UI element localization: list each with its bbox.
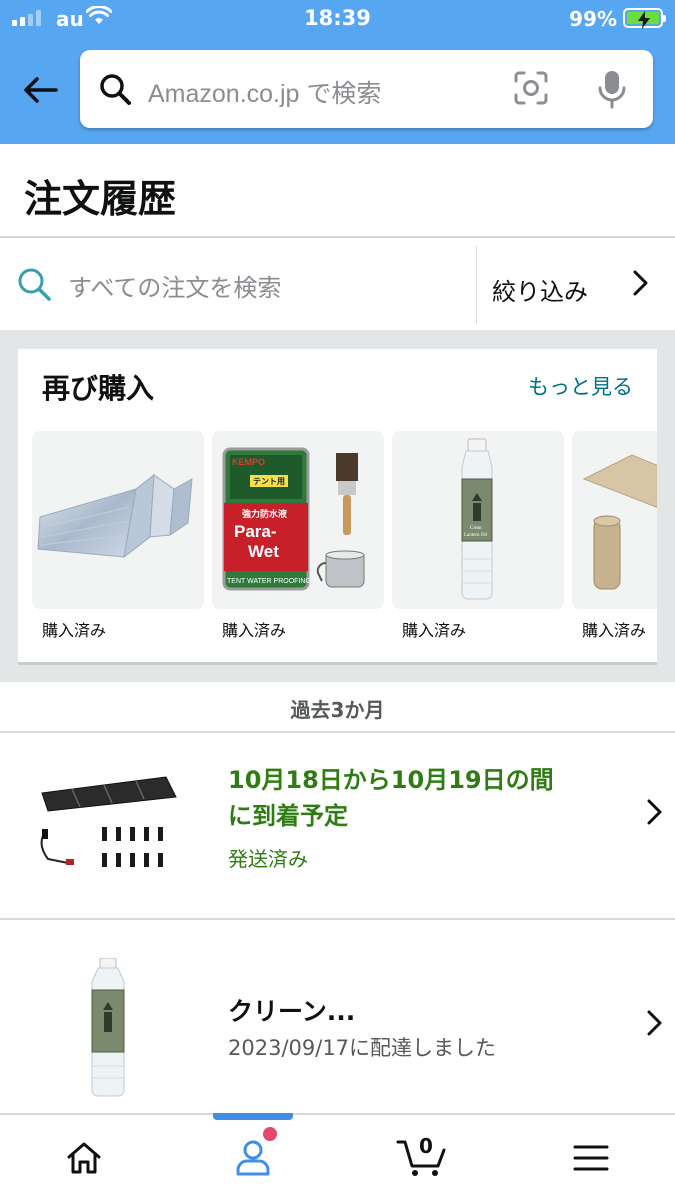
order-status: 2023/09/17に配達しました <box>228 1036 497 1060</box>
order-row[interactable]: 10月18日から10月19日の間 に到着予定 発送済み <box>0 733 675 918</box>
amazon-search-bar[interactable]: Amazon.co.jp で検索 <box>80 50 653 128</box>
order-status: 発送済み <box>228 847 308 871</box>
see-more-link[interactable]: もっと見る <box>528 371 633 401</box>
order-search-input[interactable]: すべての注文を検索 <box>0 238 476 330</box>
tab-menu[interactable] <box>531 1115 651 1200</box>
status-bar: au 18:39 99% <box>0 0 675 40</box>
oil-label-2: Lantern Oil <box>464 533 488 538</box>
order-search-placeholder: すべての注文を検索 <box>68 274 282 302</box>
purchased-label: 購入済み <box>222 621 287 640</box>
paint-sub: 強力防水液 <box>242 508 288 519</box>
menu-icon <box>573 1145 609 1170</box>
tab-home[interactable] <box>24 1115 144 1200</box>
active-tab-indicator <box>213 1113 293 1120</box>
search-icon <box>18 268 51 301</box>
product-image-aluminum-mat <box>32 431 204 609</box>
filter-button[interactable]: 絞り込み <box>477 238 675 330</box>
search-input-placeholder[interactable]: Amazon.co.jp で検索 <box>148 74 381 110</box>
page-title: 注文履歴 <box>24 177 177 221</box>
buy-again-item[interactable]: 購入済み <box>32 431 204 641</box>
back-button[interactable] <box>16 68 64 112</box>
buy-again-card: 再び購入 もっと見る 購入済み KEMPO テント用 強力防水液 Para- W… <box>18 349 657 665</box>
tab-account[interactable] <box>193 1115 313 1200</box>
camera-scan-icon[interactable] <box>513 70 549 106</box>
notification-dot <box>263 1127 277 1141</box>
oil-label-1: Clean <box>470 526 482 531</box>
buy-again-item[interactable]: 購入済み <box>572 431 657 641</box>
bottom-tab-bar <box>0 1113 675 1200</box>
buy-again-item[interactable]: KEMPO テント用 強力防水液 Para- Wet TENT WATER PR… <box>212 431 384 641</box>
product-image-lantern-oil <box>91 958 125 1097</box>
buy-again-item[interactable]: Clean Lantern Oil 購入済み <box>392 431 564 641</box>
product-image-lantern-oil: Clean Lantern Oil <box>392 431 564 609</box>
purchased-label: 購入済み <box>582 621 647 640</box>
filter-label: 絞り込み <box>492 278 588 306</box>
delivery-estimate-line-2: に到着予定 <box>228 802 348 830</box>
paint-bottom: TENT WATER PROOFING <box>227 578 311 585</box>
product-image-camping-mat <box>572 431 657 609</box>
microphone-icon[interactable] <box>597 69 627 109</box>
account-icon <box>236 1140 270 1175</box>
delivery-estimate-line-1: 10月18日から10月19日の間 <box>228 766 554 794</box>
purchased-label: 購入済み <box>402 621 467 640</box>
buy-again-title: 再び購入 <box>42 372 155 405</box>
chevron-right-icon <box>647 1010 662 1036</box>
product-image-waterproofing-kit: KEMPO テント用 強力防水液 Para- Wet TENT WATER PR… <box>212 431 384 609</box>
order-row[interactable]: クリーン... 2023/09/17に配達しました <box>0 920 675 1113</box>
home-icon <box>67 1142 101 1173</box>
battery-icon <box>623 8 666 29</box>
battery-percent: 99% <box>569 7 617 31</box>
order-product-title: クリーン... <box>228 997 356 1026</box>
chevron-right-icon <box>633 270 648 296</box>
arrow-left-icon <box>24 77 58 103</box>
app-header: au 18:39 99% Amazon.co.jp で検索 <box>0 0 675 144</box>
divider <box>18 662 657 665</box>
orders-period-header: 過去3か月 <box>0 682 675 732</box>
purchased-label: 購入済み <box>42 621 107 640</box>
paint-tag: テント用 <box>253 477 285 486</box>
cart-count-badge: 0 <box>419 1134 433 1158</box>
paint-name-1: Para- <box>234 522 277 541</box>
search-icon <box>100 74 131 105</box>
product-image-solar-panel <box>40 776 177 867</box>
paint-brand: KEMPO <box>232 457 265 467</box>
chevron-right-icon <box>647 799 662 825</box>
paint-name-2: Wet <box>248 542 279 561</box>
